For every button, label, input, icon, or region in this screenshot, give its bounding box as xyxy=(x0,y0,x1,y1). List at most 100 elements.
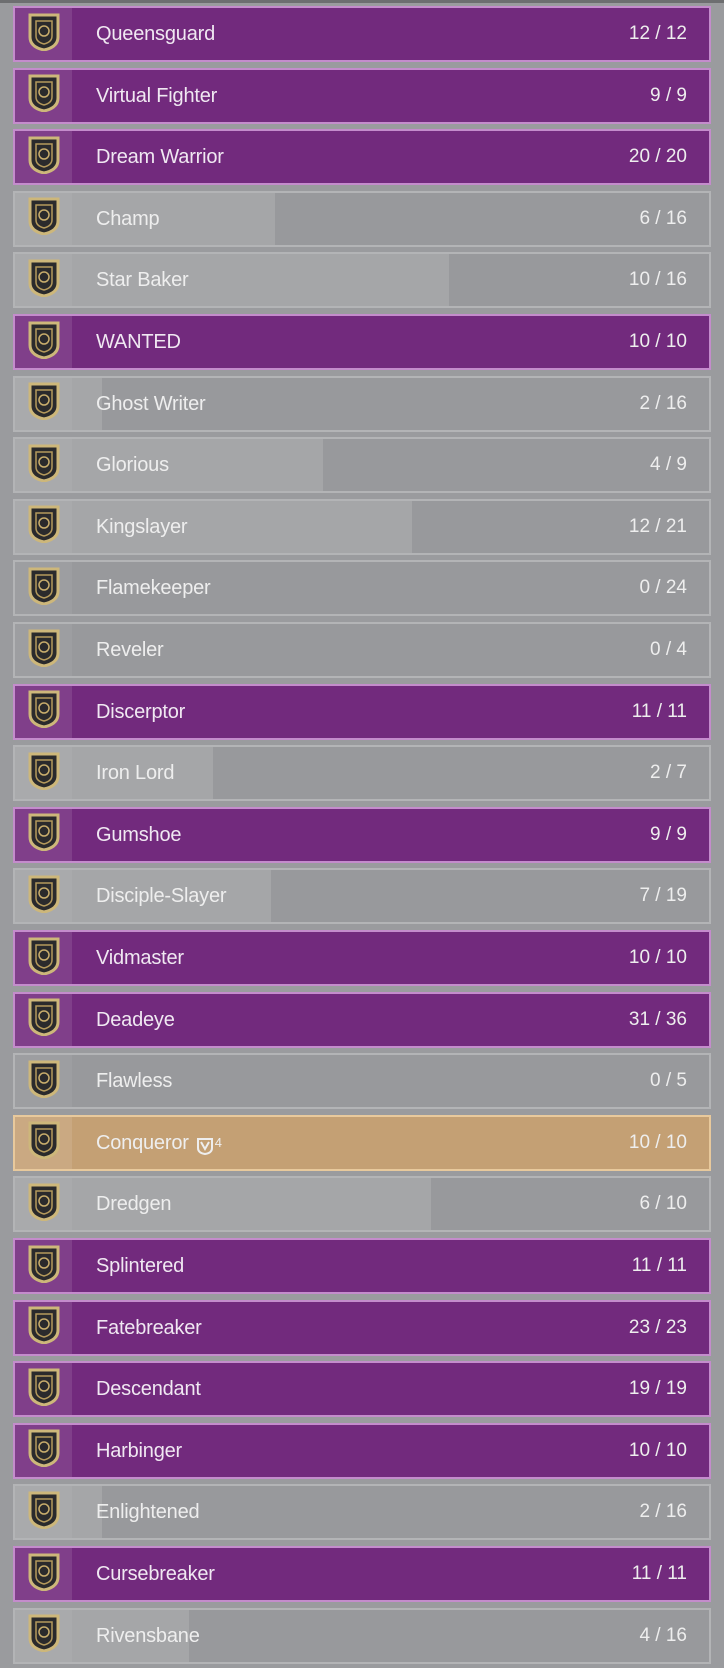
seal-name-text: Ghost Writer xyxy=(96,392,206,415)
seal-icon-cell xyxy=(15,870,72,923)
seal-progress-count: 12 / 21 xyxy=(628,515,687,537)
seal-row[interactable]: Discerptor 11 / 11 xyxy=(13,683,711,740)
seal-name-text: Reveler xyxy=(96,639,164,661)
seal-progress-count: 20 / 20 xyxy=(628,146,687,168)
seal-name-text: Discerptor xyxy=(96,700,186,723)
seal-row[interactable]: Ghost Writer 2 / 16 xyxy=(13,375,711,432)
seal-emblem-icon xyxy=(28,1060,60,1103)
seal-icon-cell xyxy=(15,1609,72,1662)
seal-row[interactable]: Dredgen 6 / 10 xyxy=(13,1176,711,1233)
seal-row[interactable]: Conqueror 4 10 / 10 xyxy=(13,1114,711,1171)
seal-progress-count: 0 / 4 xyxy=(650,639,687,660)
seal-emblem-icon xyxy=(28,74,60,117)
seal-row[interactable]: Virtual Fighter 9 / 9 xyxy=(13,67,711,124)
seal-row[interactable]: Deadeye 31 / 36 xyxy=(13,991,711,1048)
seal-row[interactable]: Fatebreaker 23 / 23 xyxy=(13,1299,711,1356)
seal-row[interactable]: Descendant 19 / 19 xyxy=(13,1361,711,1418)
seal-name: Descendant xyxy=(96,1363,201,1415)
seal-row[interactable]: WANTED 10 / 10 xyxy=(13,314,711,370)
seal-emblem-icon xyxy=(28,1553,60,1596)
seal-progress-count: 10 / 10 xyxy=(628,1439,687,1461)
seal-progress-count: 10 / 10 xyxy=(628,947,687,968)
seal-name: Virtual Fighter xyxy=(96,70,217,122)
seal-icon-cell xyxy=(15,624,72,676)
seal-name: Kingslayer xyxy=(96,501,188,553)
seal-row[interactable]: Iron Lord 2 / 7 xyxy=(13,745,711,802)
seal-emblem-icon xyxy=(28,505,60,548)
seal-progress-count: 11 / 11 xyxy=(631,1563,687,1584)
seal-icon-cell xyxy=(15,377,72,430)
seal-name: Flawless xyxy=(96,1055,172,1107)
seal-icon-cell xyxy=(15,562,72,615)
seal-name: Reveler xyxy=(96,624,164,676)
seal-icon-cell xyxy=(15,747,72,800)
seal-name: Rivensbane xyxy=(96,1610,200,1662)
seal-progress-count: 0 / 24 xyxy=(639,577,687,599)
seal-row[interactable]: Harbinger 10 / 10 xyxy=(13,1422,711,1479)
seal-row[interactable]: Glorious 4 / 9 xyxy=(13,437,711,494)
seal-row[interactable]: Gumshoe 9 / 9 xyxy=(13,806,711,863)
seal-row[interactable]: Rivensbane 4 / 16 xyxy=(13,1607,711,1664)
seal-name: Harbinger xyxy=(96,1425,182,1477)
seal-icon-cell xyxy=(15,316,72,368)
seal-name: Champ xyxy=(96,193,160,245)
seal-emblem-icon xyxy=(28,1121,60,1164)
seal-emblem-icon xyxy=(28,1368,60,1411)
seal-emblem-icon xyxy=(28,875,60,918)
seal-emblem-icon xyxy=(28,1183,60,1226)
seal-row[interactable]: Champ 6 / 16 xyxy=(13,190,711,247)
seal-emblem-icon xyxy=(28,1306,60,1349)
seal-icon-cell xyxy=(15,254,72,307)
seal-row[interactable]: Kingslayer 12 / 21 xyxy=(13,498,711,555)
seal-name-text: Cursebreaker xyxy=(96,1563,215,1585)
seal-progress-count: 19 / 19 xyxy=(628,1378,687,1400)
seal-row[interactable]: Cursebreaker 11 / 11 xyxy=(13,1546,711,1602)
seal-progress-count: 6 / 16 xyxy=(639,207,687,229)
seal-emblem-icon xyxy=(28,1614,60,1657)
seal-icon-cell xyxy=(15,131,72,184)
seal-name-text: Star Baker xyxy=(96,269,189,292)
seal-name-text: Glorious xyxy=(96,454,169,477)
seal-icon-cell xyxy=(15,808,72,861)
gild-count: 4 xyxy=(214,1134,222,1150)
gilded-shield-icon xyxy=(196,1137,213,1157)
seal-row[interactable]: Vidmaster 10 / 10 xyxy=(13,930,711,986)
seal-progress-count: 7 / 19 xyxy=(639,885,687,907)
seal-progress-count: 10 / 10 xyxy=(628,1131,687,1153)
seal-name-text: Conqueror xyxy=(96,1131,189,1154)
seal-progress-count: 4 / 9 xyxy=(650,454,687,476)
seal-icon-cell xyxy=(15,500,72,553)
seal-name-text: Iron Lord xyxy=(96,762,175,785)
seal-row[interactable]: Queensguard 12 / 12 xyxy=(13,6,711,62)
seal-name-text: Gumshoe xyxy=(96,823,182,846)
seal-row[interactable]: Reveler 0 / 4 xyxy=(13,622,711,678)
seal-row[interactable]: Splintered 11 / 11 xyxy=(13,1238,711,1294)
seal-name: Glorious xyxy=(96,439,169,491)
seal-row[interactable]: Enlightened 2 / 16 xyxy=(13,1484,711,1541)
seal-name: Flamekeeper xyxy=(96,562,211,614)
seal-row[interactable]: Star Baker 10 / 16 xyxy=(13,252,711,309)
seal-emblem-icon xyxy=(28,567,60,610)
seal-name: Ghost Writer xyxy=(96,378,206,430)
seal-name: Star Baker xyxy=(96,254,189,306)
seal-progress-count: 4 / 16 xyxy=(639,1624,687,1646)
seal-name-text: Flawless xyxy=(96,1070,173,1093)
seal-emblem-icon xyxy=(28,690,60,733)
seal-name: Splintered xyxy=(96,1240,184,1292)
seal-icon-cell xyxy=(15,685,72,738)
seal-progress-count: 2 / 16 xyxy=(639,392,687,414)
seal-icon-cell xyxy=(15,1424,72,1477)
seal-name: Cursebreaker xyxy=(96,1548,215,1600)
seal-row[interactable]: Flawless 0 / 5 xyxy=(13,1053,711,1110)
seal-row[interactable]: Disciple-Slayer 7 / 19 xyxy=(13,868,711,925)
seal-icon-cell xyxy=(15,1301,72,1354)
seal-row[interactable]: Flamekeeper 0 / 24 xyxy=(13,560,711,617)
seal-icon-cell xyxy=(15,439,72,492)
seal-emblem-icon xyxy=(28,813,60,856)
seal-icon-cell xyxy=(15,1363,72,1416)
seal-row[interactable]: Dream Warrior 20 / 20 xyxy=(13,129,711,186)
seal-progress-count: 2 / 16 xyxy=(639,1501,687,1523)
seal-emblem-icon xyxy=(28,382,60,425)
seal-progress-count: 31 / 36 xyxy=(628,1008,687,1030)
seal-name: Gumshoe xyxy=(96,809,182,861)
